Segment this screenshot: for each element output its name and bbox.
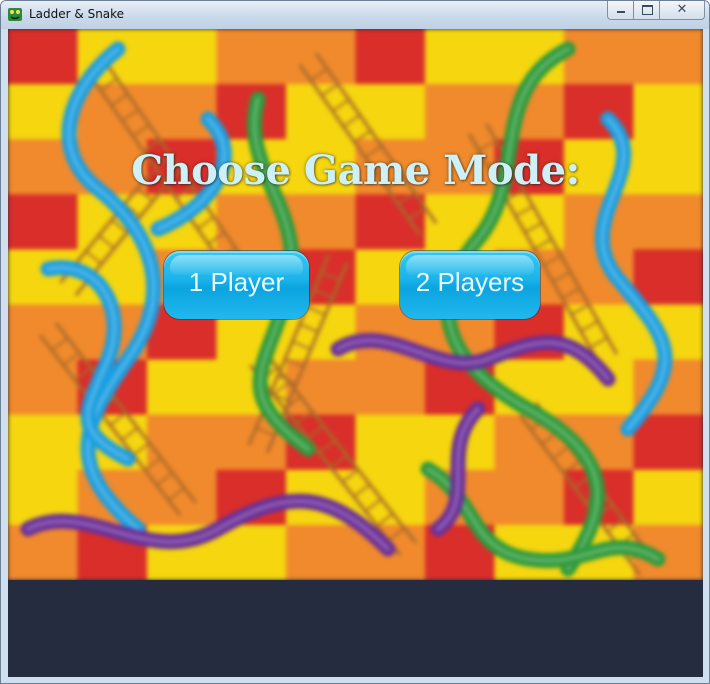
minimize-button[interactable] xyxy=(607,1,634,20)
app-window: Ladder & Snake ✕ Choose Game Mode: 1 Pla… xyxy=(0,0,710,684)
board-image xyxy=(8,29,703,580)
one-player-label: 1 Player xyxy=(188,267,285,297)
maximize-button[interactable] xyxy=(633,1,660,20)
close-button[interactable]: ✕ xyxy=(659,1,705,20)
close-icon: ✕ xyxy=(676,2,688,17)
title-bar[interactable]: Ladder & Snake ✕ xyxy=(1,1,709,29)
menu-heading: Choose Game Mode: xyxy=(131,147,580,194)
two-players-label: 2 Players xyxy=(415,267,525,297)
window-title: Ladder & Snake xyxy=(29,7,125,21)
two-players-button[interactable]: 2 Players xyxy=(400,251,540,319)
app-icon xyxy=(8,8,22,21)
game-canvas: Choose Game Mode: 1 Player 2 Players xyxy=(8,29,703,677)
game-board-background xyxy=(8,29,703,580)
one-player-button[interactable]: 1 Player xyxy=(164,251,309,319)
